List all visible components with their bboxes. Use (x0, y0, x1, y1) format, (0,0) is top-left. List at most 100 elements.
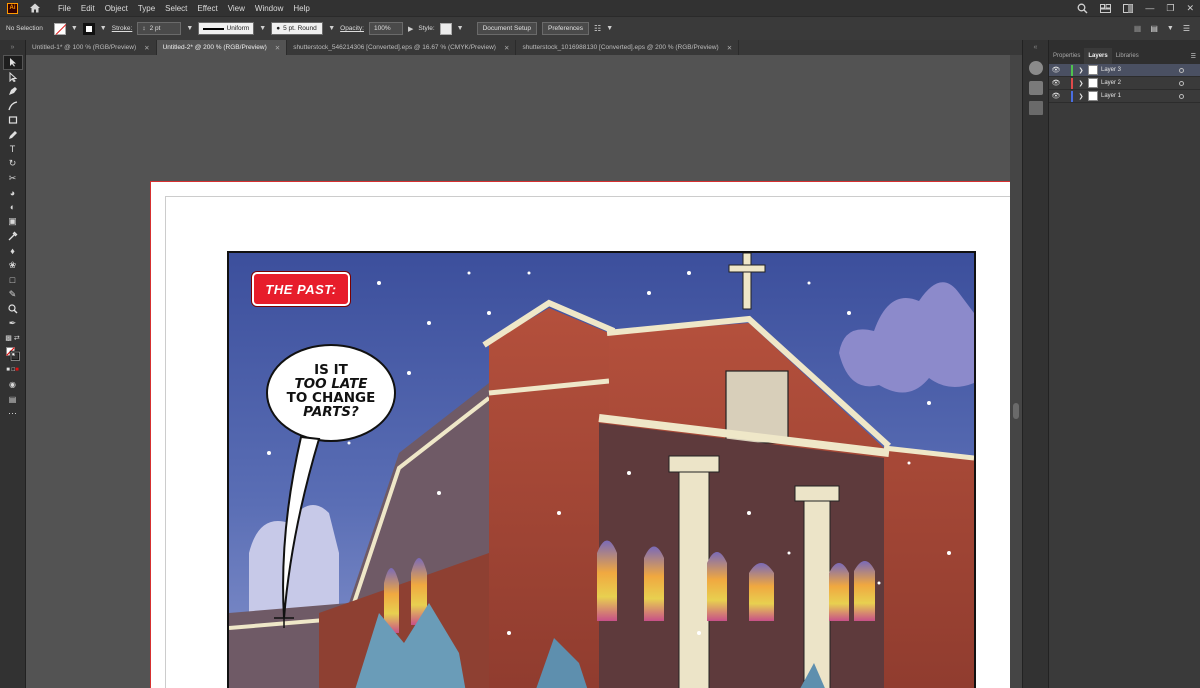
stroke-stepper-icon[interactable]: ↕ (142, 25, 145, 32)
gradient-tool-icon[interactable]: ▣ (3, 215, 23, 230)
expand-arrow-icon[interactable]: ❯ (1077, 93, 1085, 100)
align-options-icon[interactable]: ▦ (1134, 24, 1142, 33)
screen-mode-icon[interactable]: ▤ (3, 392, 23, 407)
layer-row[interactable]: 👁 ❯ Layer 3 (1049, 64, 1200, 77)
menu-type[interactable]: Type (133, 4, 160, 13)
style-dropdown-icon[interactable]: ▼ (457, 25, 464, 32)
draw-mode-icon[interactable]: ◉ (3, 378, 23, 393)
brush-definition[interactable]: ● 5 pt. Round (271, 22, 324, 35)
close-tab-icon[interactable]: ✕ (504, 44, 509, 52)
close-tab-icon[interactable]: ✕ (727, 44, 732, 52)
scissors-tool-icon[interactable]: ✂ (3, 171, 23, 186)
expand-arrow-icon[interactable]: ❯ (1077, 67, 1085, 74)
arrange-documents-icon[interactable] (1123, 3, 1134, 13)
default-colors-icon[interactable]: ▩ ⇄ (3, 331, 23, 346)
rectangle-tool-icon[interactable] (3, 113, 23, 128)
artboard-tool-icon[interactable]: □ (3, 273, 23, 288)
menu-window[interactable]: Window (250, 4, 288, 13)
menu-object[interactable]: Object (100, 4, 133, 13)
more-options-icon[interactable]: ☷ (594, 24, 601, 33)
layers-panel-menu-icon[interactable]: ☰ (1187, 48, 1200, 64)
type-tool-icon[interactable]: T (3, 142, 23, 157)
expand-arrow-icon[interactable]: ❯ (1077, 80, 1085, 87)
scrollbar-thumb[interactable] (1013, 403, 1019, 419)
more-options-dropdown-icon[interactable]: ▼ (606, 25, 613, 32)
symbol-sprayer-tool-icon[interactable]: ❀ (3, 258, 23, 273)
minimize-icon[interactable]: — (1145, 3, 1154, 13)
blend-tool-icon[interactable]: ♦ (3, 244, 23, 259)
canvas[interactable]: THE PAST: IS IT TOO LATE TO CHANGE PARTS… (26, 55, 1022, 688)
layer-target-icon[interactable] (1179, 80, 1184, 86)
menu-effect[interactable]: Effect (192, 4, 222, 13)
layer-row[interactable]: 👁 ❯ Layer 2 (1049, 77, 1200, 90)
tab-untitled-2[interactable]: Untitled-2* @ 200 % (RGB/Preview) ✕ (156, 40, 288, 55)
profile-dropdown-icon[interactable]: ▼ (259, 25, 266, 32)
fill-stroke-icon[interactable] (3, 345, 23, 363)
search-icon[interactable] (1077, 3, 1088, 14)
variable-width-profile[interactable]: Uniform (198, 22, 255, 35)
layer-name[interactable]: Layer 3 (1101, 67, 1121, 73)
transparency-panel-icon[interactable] (1028, 101, 1043, 115)
menu-help[interactable]: Help (288, 4, 314, 13)
home-icon[interactable] (29, 2, 41, 14)
visibility-eye-icon[interactable]: 👁 (1049, 79, 1063, 87)
curvature-tool-icon[interactable] (3, 99, 23, 114)
transform-icon[interactable]: ▤ (1150, 24, 1158, 33)
workspace-icon[interactable] (1100, 3, 1112, 13)
menu-view[interactable]: View (223, 4, 250, 13)
fill-dropdown-icon[interactable]: ▼ (71, 25, 78, 32)
menu-edit[interactable]: Edit (76, 4, 100, 13)
tab-shutterstock-546214306[interactable]: shutterstock_546214306 [Converted].eps @… (287, 40, 517, 55)
layer-target-icon[interactable] (1179, 67, 1184, 73)
libraries-panel-icon[interactable] (1028, 81, 1043, 95)
opacity-field[interactable]: 100% (368, 22, 403, 35)
panel-menu-icon[interactable]: ☰ (1183, 24, 1190, 33)
close-tab-icon[interactable]: ✕ (275, 44, 280, 52)
menu-file[interactable]: File (53, 4, 76, 13)
dock-collapse-icon[interactable]: « (1023, 40, 1048, 55)
direct-selection-tool-icon[interactable] (3, 70, 23, 85)
visibility-eye-icon[interactable]: 👁 (1049, 92, 1063, 100)
pen-tool-icon[interactable] (3, 84, 23, 99)
toolbar-collapse-icon[interactable]: » (0, 40, 25, 55)
zoom-tool-icon[interactable] (3, 302, 23, 317)
shape-builder-tool-icon[interactable]: ◐ (3, 200, 23, 215)
style-swatch[interactable] (439, 22, 452, 35)
stroke-swatch[interactable] (82, 22, 95, 35)
rotate-tool-icon[interactable]: ↻ (3, 157, 23, 172)
close-tab-icon[interactable]: ✕ (144, 44, 149, 52)
pencil-tool-icon[interactable] (3, 128, 23, 143)
artboard[interactable]: THE PAST: IS IT TOO LATE TO CHANGE PARTS… (150, 181, 1022, 688)
appearance-panel-icon[interactable] (1028, 61, 1043, 75)
color-mode-icon[interactable]: ■ □ ■ (3, 363, 23, 378)
tab-untitled-1[interactable]: Untitled-1* @ 100 % (RGB/Preview) ✕ (26, 40, 157, 55)
restore-icon[interactable]: ❐ (1166, 3, 1174, 14)
edit-toolbar-icon[interactable]: ⋯ (3, 407, 23, 422)
slice-tool-icon[interactable]: ✎ (3, 287, 23, 302)
brush-dropdown-icon[interactable]: ▼ (328, 25, 335, 32)
menu-select[interactable]: Select (160, 4, 192, 13)
layer-row[interactable]: 👁 ❯ Layer 1 (1049, 90, 1200, 103)
comic-panel[interactable]: THE PAST: IS IT TOO LATE TO CHANGE PARTS… (227, 251, 976, 688)
layer-target-icon[interactable] (1179, 93, 1184, 99)
warp-tool-icon[interactable]: ◕ (3, 186, 23, 201)
stroke-weight-dropdown-icon[interactable]: ▼ (186, 25, 193, 32)
close-icon[interactable]: ✕ (1186, 3, 1194, 14)
layer-name[interactable]: Layer 1 (1101, 93, 1121, 99)
tab-shutterstock-1016988130[interactable]: shutterstock_1016988130 [Converted].eps … (516, 40, 740, 55)
transform-dropdown-icon[interactable]: ▼ (1167, 25, 1174, 32)
tab-properties[interactable]: Properties (1049, 48, 1084, 64)
tab-libraries[interactable]: Libraries (1112, 48, 1143, 64)
layer-name[interactable]: Layer 2 (1101, 80, 1121, 86)
tab-layers[interactable]: Layers (1084, 48, 1112, 64)
preferences-button[interactable]: Preferences (542, 22, 590, 35)
document-setup-button[interactable]: Document Setup (476, 22, 537, 35)
canvas-scrollbar[interactable] (1010, 55, 1022, 688)
eyedropper-tool-icon[interactable] (3, 229, 23, 244)
visibility-eye-icon[interactable]: 👁 (1049, 66, 1063, 74)
fill-swatch[interactable] (53, 22, 66, 35)
opacity-arrow-icon[interactable]: ▶ (408, 25, 413, 33)
stroke-dropdown-icon[interactable]: ▼ (100, 25, 107, 32)
eraser-tool-icon[interactable]: ✒ (3, 316, 23, 331)
selection-tool-icon[interactable] (2, 55, 23, 70)
